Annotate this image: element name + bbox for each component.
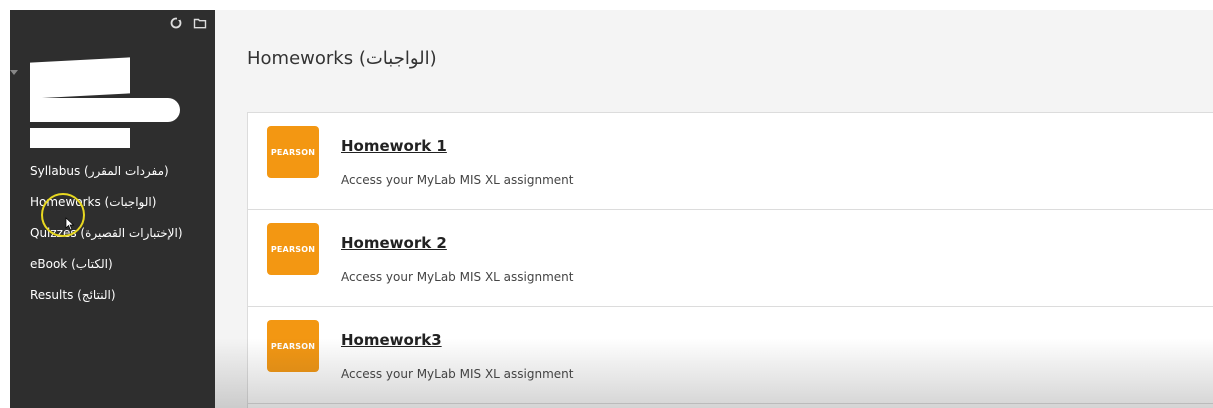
homework-link[interactable]: Homework3: [341, 331, 442, 349]
item-description: Access your MyLab MIS XL assignment: [341, 367, 574, 381]
list-item: PEARSON Homework3 Access your MyLab MIS …: [248, 307, 1213, 404]
sidebar-item-quizzes[interactable]: Quizzes (الإختبارات القصيرة): [30, 225, 183, 256]
mouse-cursor-icon: [65, 216, 75, 231]
item-description: Access your MyLab MIS XL assignment: [341, 270, 574, 284]
main-content: Homeworks (الواجبات) PEARSON Homework 1 …: [215, 10, 1213, 408]
sidebar-item-homeworks[interactable]: Homeworks (الواجبات): [30, 194, 183, 225]
list-item: PEARSON Homework 1 Access your MyLab MIS…: [248, 113, 1213, 210]
course-menu: Syllabus (مفردات المقرر) Homeworks (الوا…: [30, 163, 183, 318]
sidebar-item-results[interactable]: Results (النتائج): [30, 287, 183, 318]
pearson-logo-icon[interactable]: PEARSON: [267, 320, 319, 372]
sidebar-item-syllabus[interactable]: Syllabus (مفردات المقرر): [30, 163, 183, 194]
item-description: Access your MyLab MIS XL assignment: [341, 173, 574, 187]
homework-link[interactable]: Homework 1: [341, 137, 447, 155]
folder-icon[interactable]: [193, 15, 207, 29]
homework-list: PEARSON Homework 1 Access your MyLab MIS…: [247, 112, 1213, 408]
pearson-logo-icon[interactable]: PEARSON: [267, 223, 319, 275]
sidebar-toolbar: [169, 15, 207, 29]
sidebar-item-ebook[interactable]: eBook (الكتاب): [30, 256, 183, 287]
course-sidebar: Syllabus (مفردات المقرر) Homeworks (الوا…: [10, 10, 215, 408]
pearson-logo-icon[interactable]: PEARSON: [267, 126, 319, 178]
redacted-block: [30, 128, 130, 148]
refresh-icon[interactable]: [169, 15, 183, 29]
list-item: PEARSON Homework 2 Access your MyLab MIS…: [248, 210, 1213, 307]
homework-link[interactable]: Homework 2: [341, 234, 447, 252]
redacted-block: [30, 57, 130, 99]
collapse-arrow-icon[interactable]: [10, 70, 18, 75]
redacted-block: [30, 98, 180, 122]
page-title: Homeworks (الواجبات): [247, 48, 437, 69]
